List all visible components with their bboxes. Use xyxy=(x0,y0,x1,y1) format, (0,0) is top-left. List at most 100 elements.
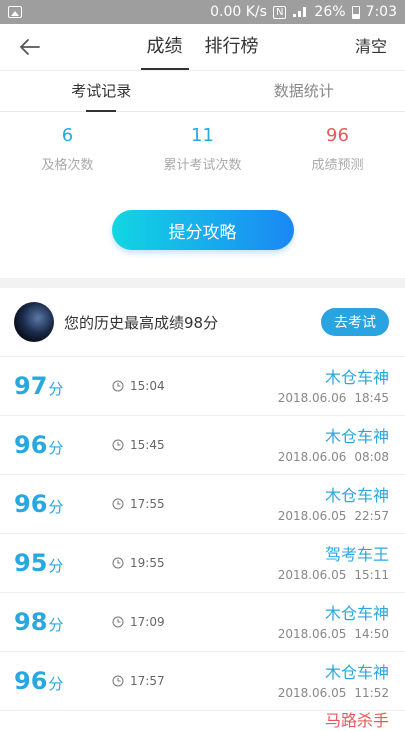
duration-text: 17:55 xyxy=(130,497,165,511)
record-date: 2018.06.05 xyxy=(278,568,347,582)
duration-text: 15:45 xyxy=(130,438,165,452)
cta-area: 提分攻略 xyxy=(0,182,405,278)
stats-summary: 6 及格次数 11 累计考试次数 96 成绩预测 xyxy=(0,112,405,182)
stat-label: 成绩预测 xyxy=(270,154,405,173)
stat-value: 11 xyxy=(135,122,270,150)
improve-score-button[interactable]: 提分攻略 xyxy=(112,210,294,250)
record-timestamp: 2018.06.06 18:45 xyxy=(278,391,389,405)
record-timestamp: 2018.06.0511:52 xyxy=(278,686,389,700)
duration-text: 15:04 xyxy=(130,379,165,393)
top-nav-bar: 成绩 排行榜 清空 xyxy=(0,24,405,71)
record-score: 96分 xyxy=(14,667,112,695)
score-unit: 分 xyxy=(48,675,63,693)
take-exam-button[interactable]: 去考试 xyxy=(321,308,389,336)
score-value: 97 xyxy=(14,372,47,400)
battery-icon xyxy=(352,6,360,19)
record-meta: 木仓车神 2018.06.05 22:57 xyxy=(278,486,389,523)
clock-icon xyxy=(112,616,124,628)
record-time: 14:50 xyxy=(354,627,389,641)
stat-pass-count: 6 及格次数 xyxy=(0,122,135,182)
stat-total-exams: 11 累计考试次数 xyxy=(135,122,270,182)
status-bar: 0.00 K/s N 26% 7:03 xyxy=(0,0,405,24)
stat-label: 及格次数 xyxy=(0,154,135,173)
record-date: 2018.06.05 xyxy=(278,509,347,523)
clear-button[interactable]: 清空 xyxy=(355,24,387,70)
exam-records-list: 97分 15:04 木仓车神 2018.06.0618:45 96分 15:45… xyxy=(0,357,405,711)
clock-icon xyxy=(112,557,124,569)
record-score: 95分 xyxy=(14,549,112,577)
record-duration: 17:57 xyxy=(112,674,278,688)
stat-score-prediction: 96 成绩预测 xyxy=(270,122,405,182)
score-unit: 分 xyxy=(48,557,63,575)
subtab-exam-records[interactable]: 考试记录 xyxy=(0,71,203,111)
record-time: 08:08 xyxy=(354,450,389,464)
score-unit: 分 xyxy=(48,380,63,398)
best-score-row: 您的历史最高成绩98分 去考试 xyxy=(0,288,405,357)
record-date: 2018.06.05 xyxy=(278,627,347,641)
record-duration: 17:55 xyxy=(112,497,278,511)
record-score: 96分 xyxy=(14,431,112,459)
record-date: 2018.06.06 xyxy=(278,450,347,464)
stat-value: 96 xyxy=(270,122,405,150)
score-value: 96 xyxy=(14,431,47,459)
record-date: 2018.06.06 xyxy=(278,391,347,405)
nav-tabs: 成绩 排行榜 xyxy=(0,24,405,70)
table-row[interactable]: 95分 19:55 驾考车王 2018.06.05 15:11 xyxy=(0,534,405,593)
tab-leaderboard[interactable]: 排行榜 xyxy=(205,24,259,70)
record-meta: 驾考车王 2018.06.05 15:11 xyxy=(278,545,389,582)
score-value: 98 xyxy=(14,608,47,636)
record-time: 18:45 xyxy=(354,391,389,405)
record-meta: 木仓车神 2018.06.06 18:45 xyxy=(278,368,389,405)
record-timestamp: 2018.06.05 22:57 xyxy=(278,509,389,523)
record-duration: 17:09 xyxy=(112,615,278,629)
best-score-text: 您的历史最高成绩98分 xyxy=(64,312,321,333)
record-meta: 木仓车神 2018.06.06 08:08 xyxy=(278,427,389,464)
clock-icon xyxy=(112,380,124,392)
table-row[interactable]: 98分 17:09 木仓车神 2018.06.05 14:50 xyxy=(0,593,405,652)
score-value: 96 xyxy=(14,667,47,695)
record-meta: 木仓车神 2018.06.0511:52 xyxy=(278,663,389,700)
record-meta: 木仓车神 2018.06.05 14:50 xyxy=(278,604,389,641)
record-score: 98分 xyxy=(14,608,112,636)
record-duration: 15:45 xyxy=(112,438,278,452)
record-duration: 19:55 xyxy=(112,556,278,570)
avatar[interactable] xyxy=(14,302,54,342)
table-row[interactable]: 96分 15:45 木仓车神 2018.06.06 08:08 xyxy=(0,416,405,475)
score-unit: 分 xyxy=(48,498,63,516)
score-unit: 分 xyxy=(48,616,63,634)
sub-tabs: 考试记录 数据统计 xyxy=(0,71,405,112)
partial-record-title: 马路杀手 xyxy=(325,707,389,731)
signal-icon xyxy=(292,6,308,18)
section-divider xyxy=(0,278,405,288)
record-time: 22:57 xyxy=(354,509,389,523)
record-title: 木仓车神 xyxy=(278,663,389,683)
clock-icon xyxy=(112,439,124,451)
stat-label: 累计考试次数 xyxy=(135,154,270,173)
table-row[interactable]: 96分 17:57 木仓车神 2018.06.0511:52 xyxy=(0,652,405,711)
record-title: 木仓车神 xyxy=(278,427,389,447)
table-row[interactable]: 96分 17:55 木仓车神 2018.06.05 22:57 xyxy=(0,475,405,534)
record-title: 木仓车神 xyxy=(278,604,389,624)
subtab-data-stats[interactable]: 数据统计 xyxy=(203,71,405,111)
clock-time: 7:03 xyxy=(366,4,397,20)
record-title: 驾考车王 xyxy=(278,545,389,565)
record-time: 15:11 xyxy=(354,568,389,582)
record-timestamp: 2018.06.06 08:08 xyxy=(278,450,389,464)
duration-text: 17:57 xyxy=(130,674,165,688)
record-date: 2018.06.05 xyxy=(278,686,347,700)
record-duration: 15:04 xyxy=(112,379,278,393)
battery-percent: 26% xyxy=(314,4,345,20)
record-timestamp: 2018.06.05 15:11 xyxy=(278,568,389,582)
record-title: 木仓车神 xyxy=(278,368,389,388)
record-timestamp: 2018.06.05 14:50 xyxy=(278,627,389,641)
gallery-notification-icon xyxy=(8,6,22,18)
clock-icon xyxy=(112,675,124,687)
duration-text: 19:55 xyxy=(130,556,165,570)
nfc-icon: N xyxy=(273,6,286,19)
clock-icon xyxy=(112,498,124,510)
score-value: 96 xyxy=(14,490,47,518)
record-title: 木仓车神 xyxy=(278,486,389,506)
tab-scores[interactable]: 成绩 xyxy=(147,24,183,70)
network-speed: 0.00 K/s xyxy=(210,4,267,20)
table-row[interactable]: 97分 15:04 木仓车神 2018.06.06 18:45 xyxy=(0,357,405,416)
